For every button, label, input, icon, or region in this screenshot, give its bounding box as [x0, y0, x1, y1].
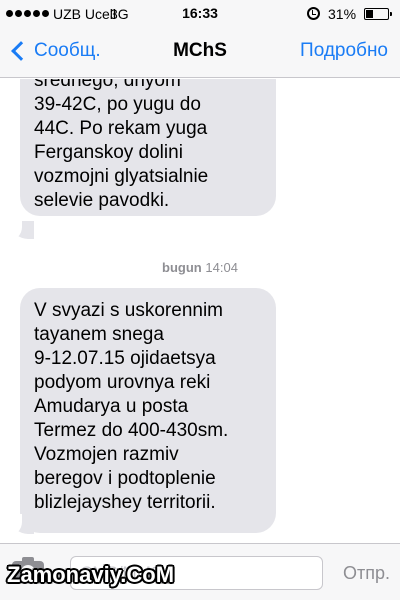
battery-percentage: 31%	[328, 6, 357, 22]
status-bar: UZB Ucell 3G 16:33 31%	[0, 0, 400, 28]
camera-icon[interactable]	[12, 557, 44, 583]
timestamp-time: 14:04	[205, 260, 238, 275]
message-input[interactable]	[70, 556, 323, 590]
message-timestamp: bugun 14:04	[0, 260, 400, 275]
bubble-tail	[6, 514, 34, 536]
compose-bar: Отпр.	[0, 543, 400, 600]
battery-icon	[364, 8, 392, 20]
details-button[interactable]: Подробно	[300, 40, 388, 62]
message-bubble[interactable]: V svyazi s uskorennim tayanem snega 9-12…	[20, 288, 276, 533]
message-bubble[interactable]: srednego, dnyom 39-42C, po yugu do 44C. …	[20, 79, 276, 216]
navigation-bar: Сообщ. MChS Подробно	[0, 28, 400, 78]
message-text: V svyazi s uskorennim tayanem snega 9-12…	[34, 300, 229, 513]
message-text: srednego, dnyom 39-42C, po yugu do 44C. …	[34, 79, 209, 211]
timestamp-day: bugun	[162, 260, 202, 275]
bubble-tail	[6, 219, 34, 241]
send-button[interactable]: Отпр.	[343, 563, 390, 584]
alarm-clock-icon	[307, 7, 320, 20]
message-list[interactable]: srednego, dnyom 39-42C, po yugu do 44C. …	[0, 79, 400, 543]
